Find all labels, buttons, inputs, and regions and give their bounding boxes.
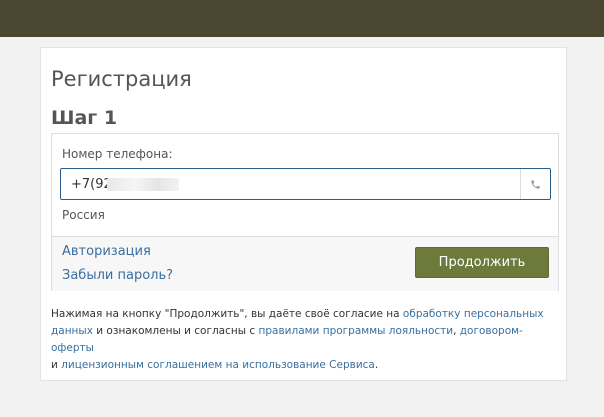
step-indicator: Шаг 1 <box>51 107 118 129</box>
continue-button[interactable]: Продолжить <box>415 247 549 278</box>
forgot-password-link[interactable]: Забыли пароль? <box>62 268 173 283</box>
service-usage-link[interactable]: на использование Сервиса <box>226 359 375 371</box>
page-title: Регистрация <box>51 67 192 91</box>
consent-text-part: и <box>51 359 62 371</box>
phone-form-panel: Номер телефона: +7(92 Россия Авторизация… <box>51 133 559 291</box>
consent-text-part: и ознакомлены и согласны с <box>92 325 259 337</box>
auth-link[interactable]: Авторизация <box>62 244 151 259</box>
registration-card: Регистрация Шаг 1 Номер телефона: +7(92 … <box>40 47 567 381</box>
license-agreement-link[interactable]: лицензионным соглашением <box>61 359 222 371</box>
phone-label: Номер телефона: <box>62 147 173 161</box>
phone-icon <box>520 169 550 199</box>
phone-input-value: +7(92 <box>71 177 112 192</box>
country-label: Россия <box>62 208 105 222</box>
phone-input[interactable]: +7(92 <box>60 168 551 200</box>
consent-text: Нажимая на кнопку "Продолжить", вы даёте… <box>51 306 561 374</box>
masked-phone-digits <box>107 178 179 191</box>
top-header-bar <box>0 0 604 37</box>
form-footer: Авторизация Забыли пароль? Продолжить <box>52 236 558 291</box>
loyalty-rules-link[interactable]: правилами программы лояльности <box>259 325 454 337</box>
consent-text-part: . <box>374 359 379 371</box>
consent-text-part: , <box>453 325 460 337</box>
consent-text-part: Нажимая на кнопку "Продолжить", вы даёте… <box>51 308 403 320</box>
